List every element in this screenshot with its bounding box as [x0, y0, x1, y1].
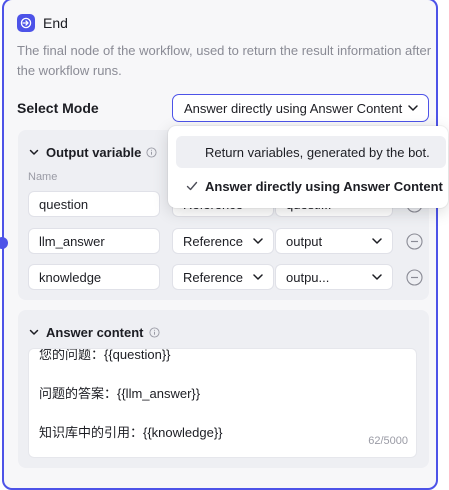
answer-content-header[interactable]: Answer content: [28, 324, 160, 340]
variable-name-input[interactable]: knowledge: [28, 264, 160, 290]
variable-name-text: knowledge: [39, 269, 102, 285]
chevron-down-icon: [408, 105, 418, 111]
menu-option-answer-directly[interactable]: Answer directly using Answer Content: [176, 170, 446, 202]
menu-option-return-variables[interactable]: Return variables, generated by the bot.: [176, 136, 446, 168]
chevron-down-icon: [253, 238, 263, 244]
remove-row-icon[interactable]: [406, 269, 423, 286]
end-exit-icon: [17, 14, 35, 32]
collapse-chevron-icon[interactable]: [28, 326, 40, 338]
variable-type-text: Reference: [183, 269, 243, 285]
chevron-down-icon: [372, 238, 382, 244]
variable-value-select[interactable]: output: [275, 228, 393, 254]
menu-option-label: Return variables, generated by the bot.: [205, 144, 430, 160]
chevron-down-icon: [372, 274, 382, 280]
node-description: The final node of the workflow, used to …: [17, 43, 432, 78]
answer-line: 您的问题：{{question}}: [39, 348, 171, 362]
select-mode-value: Answer directly using Answer Content: [184, 100, 403, 116]
remove-row-icon[interactable]: [406, 233, 423, 250]
variable-name-text: question: [39, 196, 89, 212]
variable-name-input[interactable]: question: [28, 191, 160, 217]
select-mode-dropdown[interactable]: Answer directly using Answer Content: [172, 94, 429, 122]
info-icon[interactable]: [146, 146, 157, 158]
output-variable-title: Output variable: [46, 144, 142, 160]
checkmark-icon: [186, 181, 198, 191]
answer-content-title: Answer content: [46, 324, 144, 340]
answer-line: 知识库中的引用：{{knowledge}}: [39, 425, 223, 440]
select-mode-menu: Return variables, generated by the bot. …: [168, 126, 448, 208]
info-icon[interactable]: [148, 326, 160, 338]
chevron-down-icon: [253, 274, 263, 280]
output-variable-header[interactable]: Output variable: [28, 144, 157, 160]
answer-content-text: 您的问题：{{question}} 问题的答案：{{llm_answer}} 知…: [39, 348, 223, 443]
node-title: End: [43, 15, 68, 31]
variable-type-select[interactable]: Reference: [172, 264, 274, 290]
answer-content-textarea[interactable]: 您的问题：{{question}} 问题的答案：{{llm_answer}} 知…: [28, 348, 417, 458]
variable-value-text: outpu...: [286, 269, 330, 285]
variable-name-input[interactable]: llm_answer: [28, 228, 160, 254]
variable-value-text: output: [286, 233, 323, 249]
variable-type-select[interactable]: Reference: [172, 228, 274, 254]
node-header: End: [17, 13, 68, 33]
variable-name-text: llm_answer: [39, 233, 105, 249]
end-node-panel: End The final node of the workflow, used…: [2, 0, 438, 490]
menu-option-label: Answer directly using Answer Content: [205, 178, 443, 194]
answer-line: [39, 404, 223, 424]
collapse-chevron-icon[interactable]: [28, 146, 40, 158]
answer-line: [39, 365, 223, 385]
answer-line: 问题的答案：{{llm_answer}}: [39, 386, 201, 401]
answer-content-section: Answer content 您的问题：{{question}} 问题的答案：{…: [18, 310, 429, 468]
variable-type-text: Reference: [183, 233, 243, 249]
select-mode-label: Select Mode: [17, 100, 99, 116]
column-name-label: Name: [28, 171, 58, 183]
character-count: 62/5000: [368, 434, 408, 447]
variable-value-select[interactable]: outpu...: [275, 264, 393, 290]
